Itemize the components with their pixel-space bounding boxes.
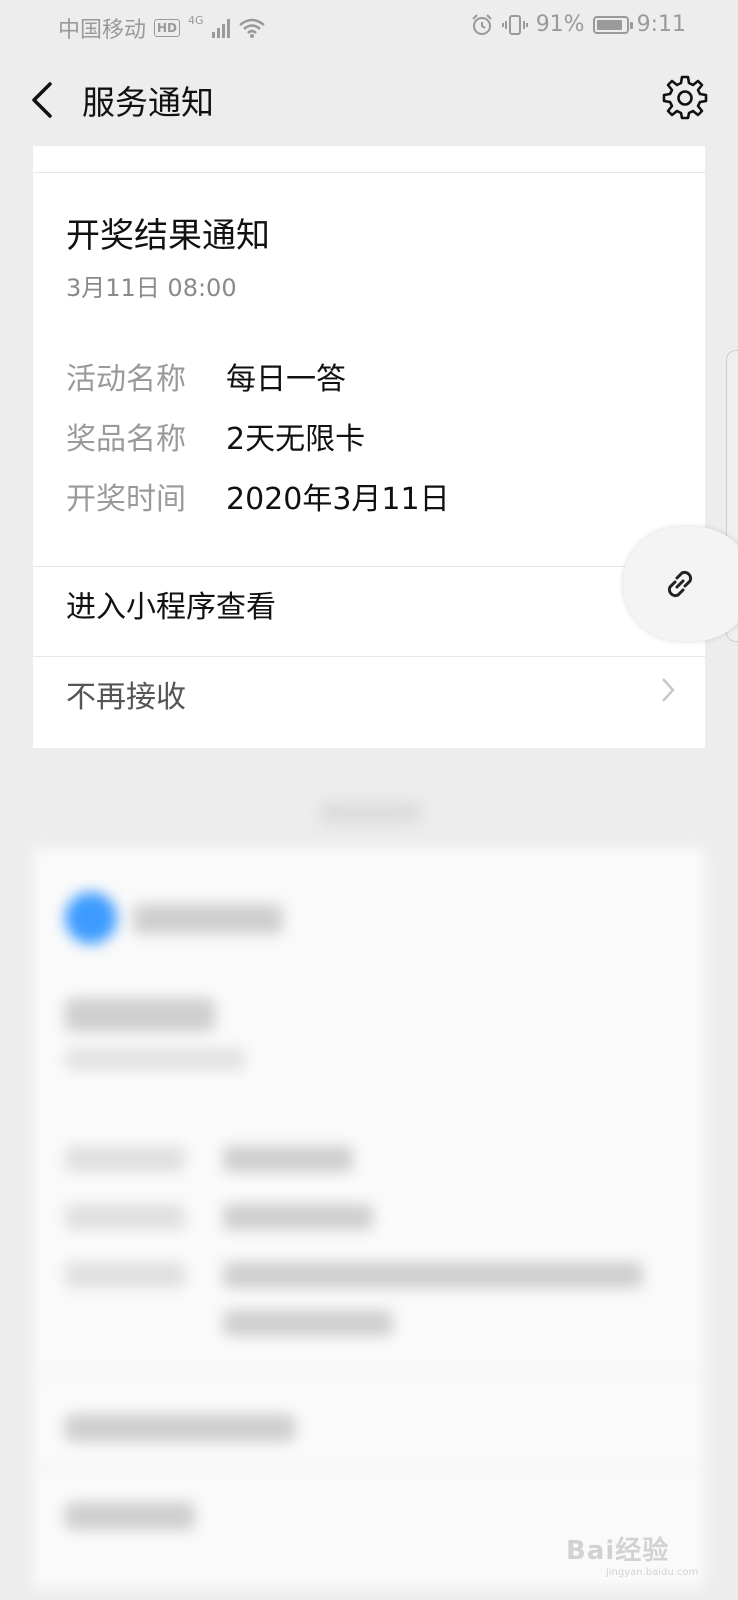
back-arrow-icon[interactable] — [24, 78, 64, 122]
watermark-brand: Bai经验 — [566, 1536, 670, 1566]
divider — [33, 1466, 705, 1468]
field-row-prize: 奖品名称 2天无限卡 — [66, 414, 365, 458]
blurred-text — [65, 1502, 195, 1530]
status-bar: 中国移动 HD 4G 91% 9:11 — [0, 0, 738, 52]
carrier-name: 中国移动 — [58, 18, 147, 43]
blurred-text — [133, 904, 283, 934]
blurred-text — [65, 1048, 245, 1070]
clock: 9:11 — [636, 12, 686, 37]
page-title: 服务通知 — [82, 83, 214, 122]
blurred-text — [223, 1204, 373, 1230]
field-label: 活动名称 — [66, 362, 186, 397]
field-value: 每日一答 — [226, 362, 346, 397]
network-type: 4G — [188, 13, 204, 27]
blurred-text — [65, 998, 215, 1032]
notification-time: 3月11日 08:00 — [66, 274, 237, 302]
floating-link-button[interactable] — [623, 527, 738, 641]
blurred-text — [65, 1414, 295, 1442]
blurred-notification — [0, 760, 738, 1600]
blurred-card — [33, 848, 705, 1588]
hd-icon: HD — [154, 19, 181, 37]
blurred-text — [223, 1146, 353, 1172]
title-bar: 服务通知 — [0, 52, 738, 146]
blurred-timestamp — [320, 802, 420, 824]
notification-card: 开奖结果通知 3月11日 08:00 活动名称 每日一答 奖品名称 2天无限卡 … — [33, 146, 705, 748]
battery-icon — [592, 15, 633, 34]
baidu-watermark: Bai经验 jingyan.baidu.com — [566, 1530, 698, 1578]
unsubscribe-link[interactable]: 不再接收 — [66, 672, 186, 716]
field-row-activity: 活动名称 每日一答 — [66, 354, 346, 398]
divider — [33, 1374, 705, 1376]
divider — [33, 566, 705, 567]
alarm-icon — [471, 13, 492, 35]
battery-percent: 91% — [535, 12, 585, 37]
divider — [33, 656, 705, 657]
field-row-draw-time: 开奖时间 2020年3月11日 — [66, 474, 450, 518]
field-label: 奖品名称 — [66, 422, 186, 457]
gear-icon[interactable] — [662, 74, 708, 120]
field-value: 2天无限卡 — [226, 422, 366, 457]
blurred-text — [65, 1262, 185, 1288]
notification-title: 开奖结果通知 — [66, 216, 270, 256]
field-value: 2020年3月11日 — [226, 482, 450, 517]
blurred-text — [65, 1146, 185, 1172]
avatar — [65, 892, 117, 944]
chevron-right-icon — [662, 678, 675, 702]
open-mini-program-link[interactable]: 进入小程序查看 — [66, 582, 276, 626]
signal-icon — [211, 18, 230, 38]
blurred-text — [223, 1310, 393, 1336]
wifi-icon — [238, 18, 265, 38]
field-label: 开奖时间 — [66, 482, 186, 517]
blurred-text — [223, 1262, 643, 1288]
vibrate-icon — [501, 14, 528, 35]
card-header-strip — [33, 146, 705, 173]
watermark-url: jingyan.baidu.com — [606, 1567, 699, 1578]
link-icon — [667, 570, 693, 598]
blurred-text — [65, 1204, 185, 1230]
